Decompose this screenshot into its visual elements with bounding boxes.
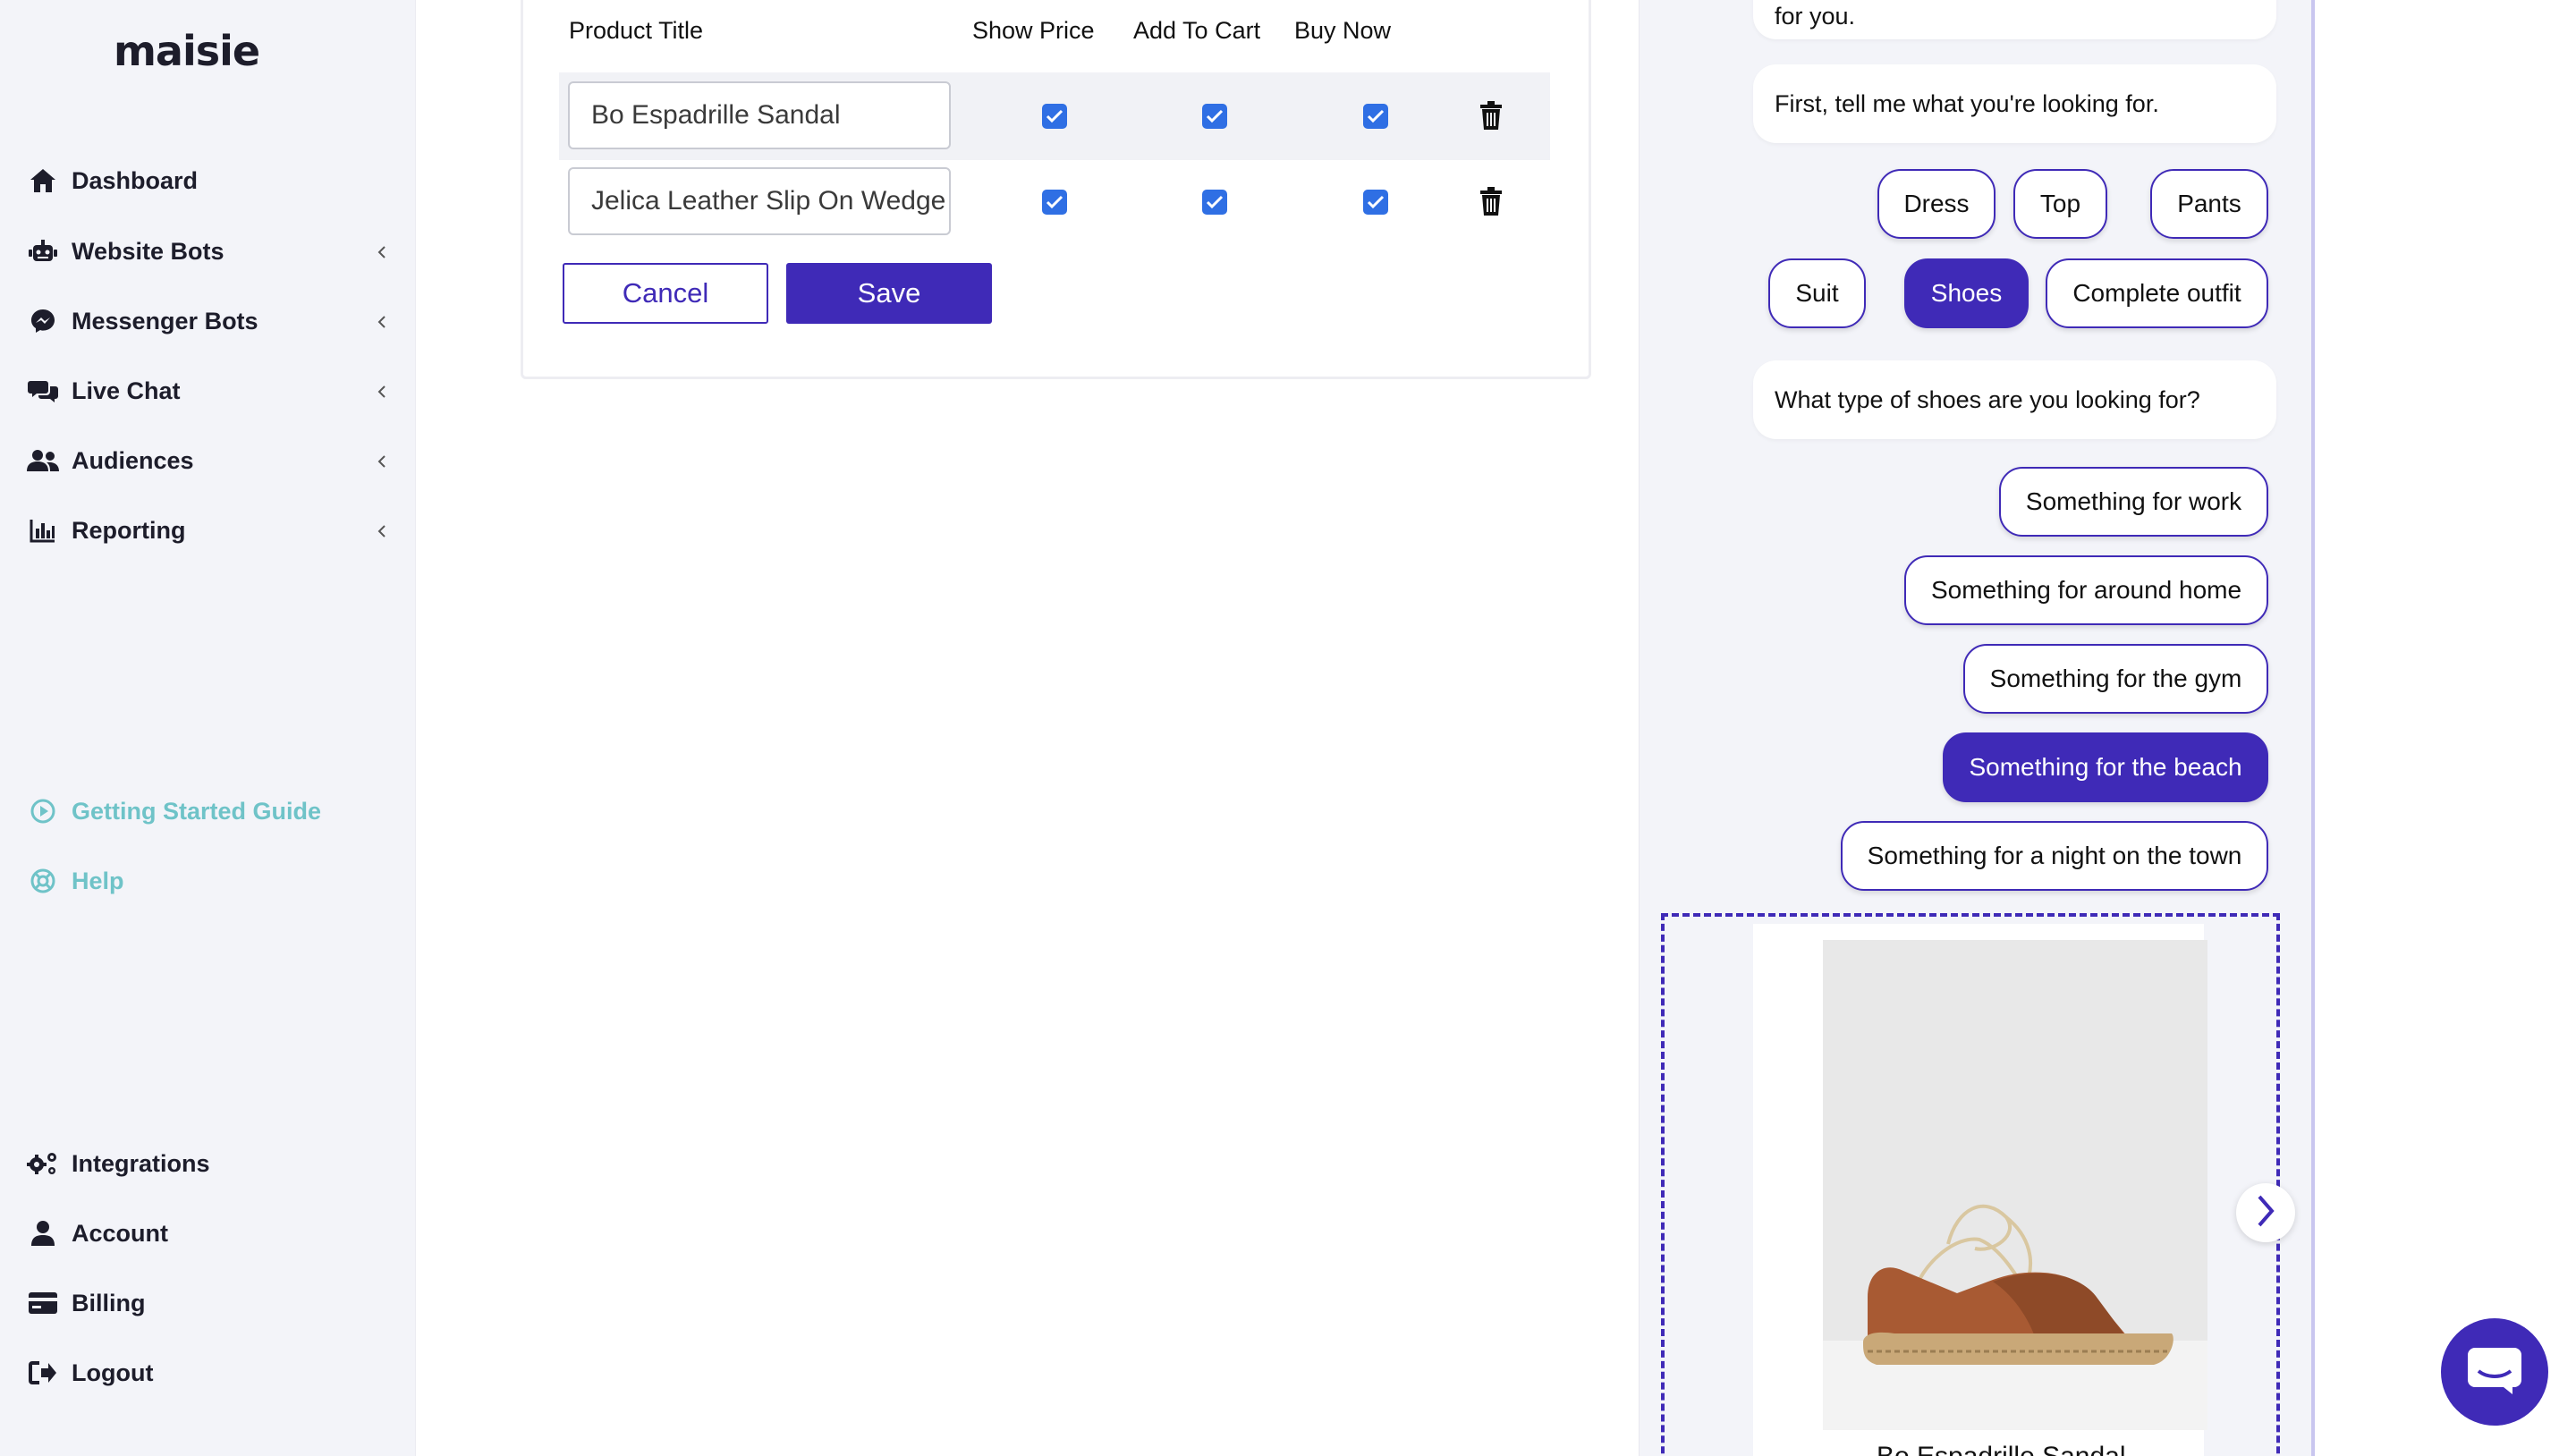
chevron-left-icon[interactable] — [373, 383, 391, 401]
sidebar-item-messenger-bots[interactable]: Messenger Bots — [27, 299, 398, 343]
buy-now-checkbox[interactable] — [1363, 104, 1388, 129]
chevron-right-icon — [2255, 1193, 2276, 1233]
chat-launcher-button[interactable] — [2441, 1318, 2548, 1426]
logo: maisie — [114, 27, 260, 75]
sidebar-item-label: Billing — [72, 1289, 146, 1316]
sidebar-item-label: Live Chat — [72, 377, 181, 404]
user-icon — [27, 1217, 59, 1249]
messenger-icon — [27, 305, 59, 337]
bot-message: for you. — [1753, 0, 2276, 39]
chat-icon — [2466, 1344, 2523, 1401]
quick-reply-shoes[interactable]: Shoes — [1904, 258, 2029, 328]
quick-reply-suit[interactable]: Suit — [1768, 258, 1866, 328]
sidebar-item-label: Reporting — [72, 516, 186, 544]
chevron-left-icon[interactable] — [373, 522, 391, 540]
quick-reply-top[interactable]: Top — [2013, 169, 2107, 239]
table-row: Jelica Leather Slip On Wedge — [559, 158, 1550, 246]
carousel-next-button[interactable] — [2236, 1183, 2295, 1242]
table-row: Bo Espadrille Sandal — [559, 72, 1550, 160]
robot-icon — [27, 235, 59, 267]
bot-message: What type of shoes are you looking for? — [1753, 360, 2276, 439]
sidebar-item-label: Messenger Bots — [72, 307, 258, 334]
quick-reply-dress[interactable]: Dress — [1877, 169, 1996, 239]
sidebar-item-label: Getting Started Guide — [72, 797, 322, 825]
sidebar-item-label: Dashboard — [72, 166, 199, 194]
sidebar-item-getting-started[interactable]: Getting Started Guide — [27, 789, 398, 834]
sidebar-item-label: Logout — [72, 1359, 154, 1386]
sidebar: maisie Dashboard Website Bots Messenger … — [0, 0, 416, 1456]
credit-card-icon — [27, 1287, 59, 1319]
sidebar-item-live-chat[interactable]: Live Chat — [27, 368, 398, 413]
chevron-left-icon[interactable] — [373, 243, 391, 261]
quick-reply-around-home[interactable]: Something for around home — [1904, 555, 2268, 625]
sidebar-item-logout[interactable]: Logout — [27, 1350, 398, 1395]
add-to-cart-checkbox[interactable] — [1202, 104, 1227, 129]
quick-reply-work[interactable]: Something for work — [1999, 467, 2268, 537]
sidebar-item-help[interactable]: Help — [27, 859, 398, 903]
show-price-checkbox[interactable] — [1042, 104, 1067, 129]
sidebar-item-dashboard[interactable]: Dashboard — [27, 158, 398, 203]
bot-message: First, tell me what you're looking for. — [1753, 64, 2276, 143]
cogs-icon — [27, 1147, 59, 1180]
sidebar-item-label: Account — [72, 1219, 168, 1247]
bot-message-text: for you. — [1775, 3, 1856, 30]
sidebar-item-reporting[interactable]: Reporting — [27, 508, 398, 553]
trash-icon[interactable] — [1478, 185, 1504, 217]
users-icon — [27, 444, 59, 477]
save-button[interactable]: Save — [786, 263, 992, 324]
column-header-add-to-cart: Add To Cart — [1133, 17, 1261, 44]
product-editor-panel: Product Title Show Price Add To Cart Buy… — [521, 0, 1591, 379]
sidebar-item-label: Integrations — [72, 1149, 210, 1177]
cancel-button[interactable]: Cancel — [563, 263, 768, 324]
quick-reply-beach[interactable]: Something for the beach — [1943, 732, 2268, 802]
sidebar-item-label: Help — [72, 867, 124, 894]
sidebar-item-account[interactable]: Account — [27, 1211, 398, 1256]
sidebar-item-audiences[interactable]: Audiences — [27, 438, 398, 483]
product-title: Bo Espadrille Sandal — [1877, 1442, 2126, 1456]
product-image[interactable] — [1823, 940, 2207, 1430]
bar-chart-icon — [27, 514, 59, 546]
app-root: maisie Dashboard Website Bots Messenger … — [0, 0, 2576, 1456]
column-header-product-title: Product Title — [569, 17, 704, 44]
sidebar-item-label: Website Bots — [72, 237, 225, 265]
sidebar-item-billing[interactable]: Billing — [27, 1281, 398, 1325]
sign-out-icon — [27, 1357, 59, 1389]
chevron-left-icon[interactable] — [373, 313, 391, 331]
sidebar-item-website-bots[interactable]: Website Bots — [27, 229, 398, 274]
chevron-left-icon[interactable] — [373, 453, 391, 470]
show-price-checkbox[interactable] — [1042, 190, 1067, 215]
bot-message-text: What type of shoes are you looking for? — [1775, 385, 2200, 413]
column-header-buy-now: Buy Now — [1294, 17, 1392, 44]
sidebar-item-integrations[interactable]: Integrations — [27, 1141, 398, 1186]
bot-message-text: First, tell me what you're looking for. — [1775, 89, 2159, 117]
product-title-input[interactable]: Bo Espadrille Sandal — [568, 81, 951, 149]
home-icon — [27, 165, 59, 197]
column-header-show-price: Show Price — [972, 17, 1095, 44]
product-title-input[interactable]: Jelica Leather Slip On Wedge — [568, 167, 951, 235]
buy-now-checkbox[interactable] — [1363, 190, 1388, 215]
lifebuoy-icon — [27, 865, 59, 897]
quick-reply-complete-outfit[interactable]: Complete outfit — [2046, 258, 2268, 328]
trash-icon[interactable] — [1478, 99, 1504, 131]
play-circle-icon — [27, 795, 59, 827]
quick-reply-gym[interactable]: Something for the gym — [1963, 644, 2268, 714]
sidebar-item-label: Audiences — [72, 446, 194, 474]
add-to-cart-checkbox[interactable] — [1202, 190, 1227, 215]
quick-reply-pants[interactable]: Pants — [2150, 169, 2268, 239]
chat-bubbles-icon — [27, 375, 59, 407]
quick-reply-night-on-town[interactable]: Something for a night on the town — [1841, 821, 2268, 891]
